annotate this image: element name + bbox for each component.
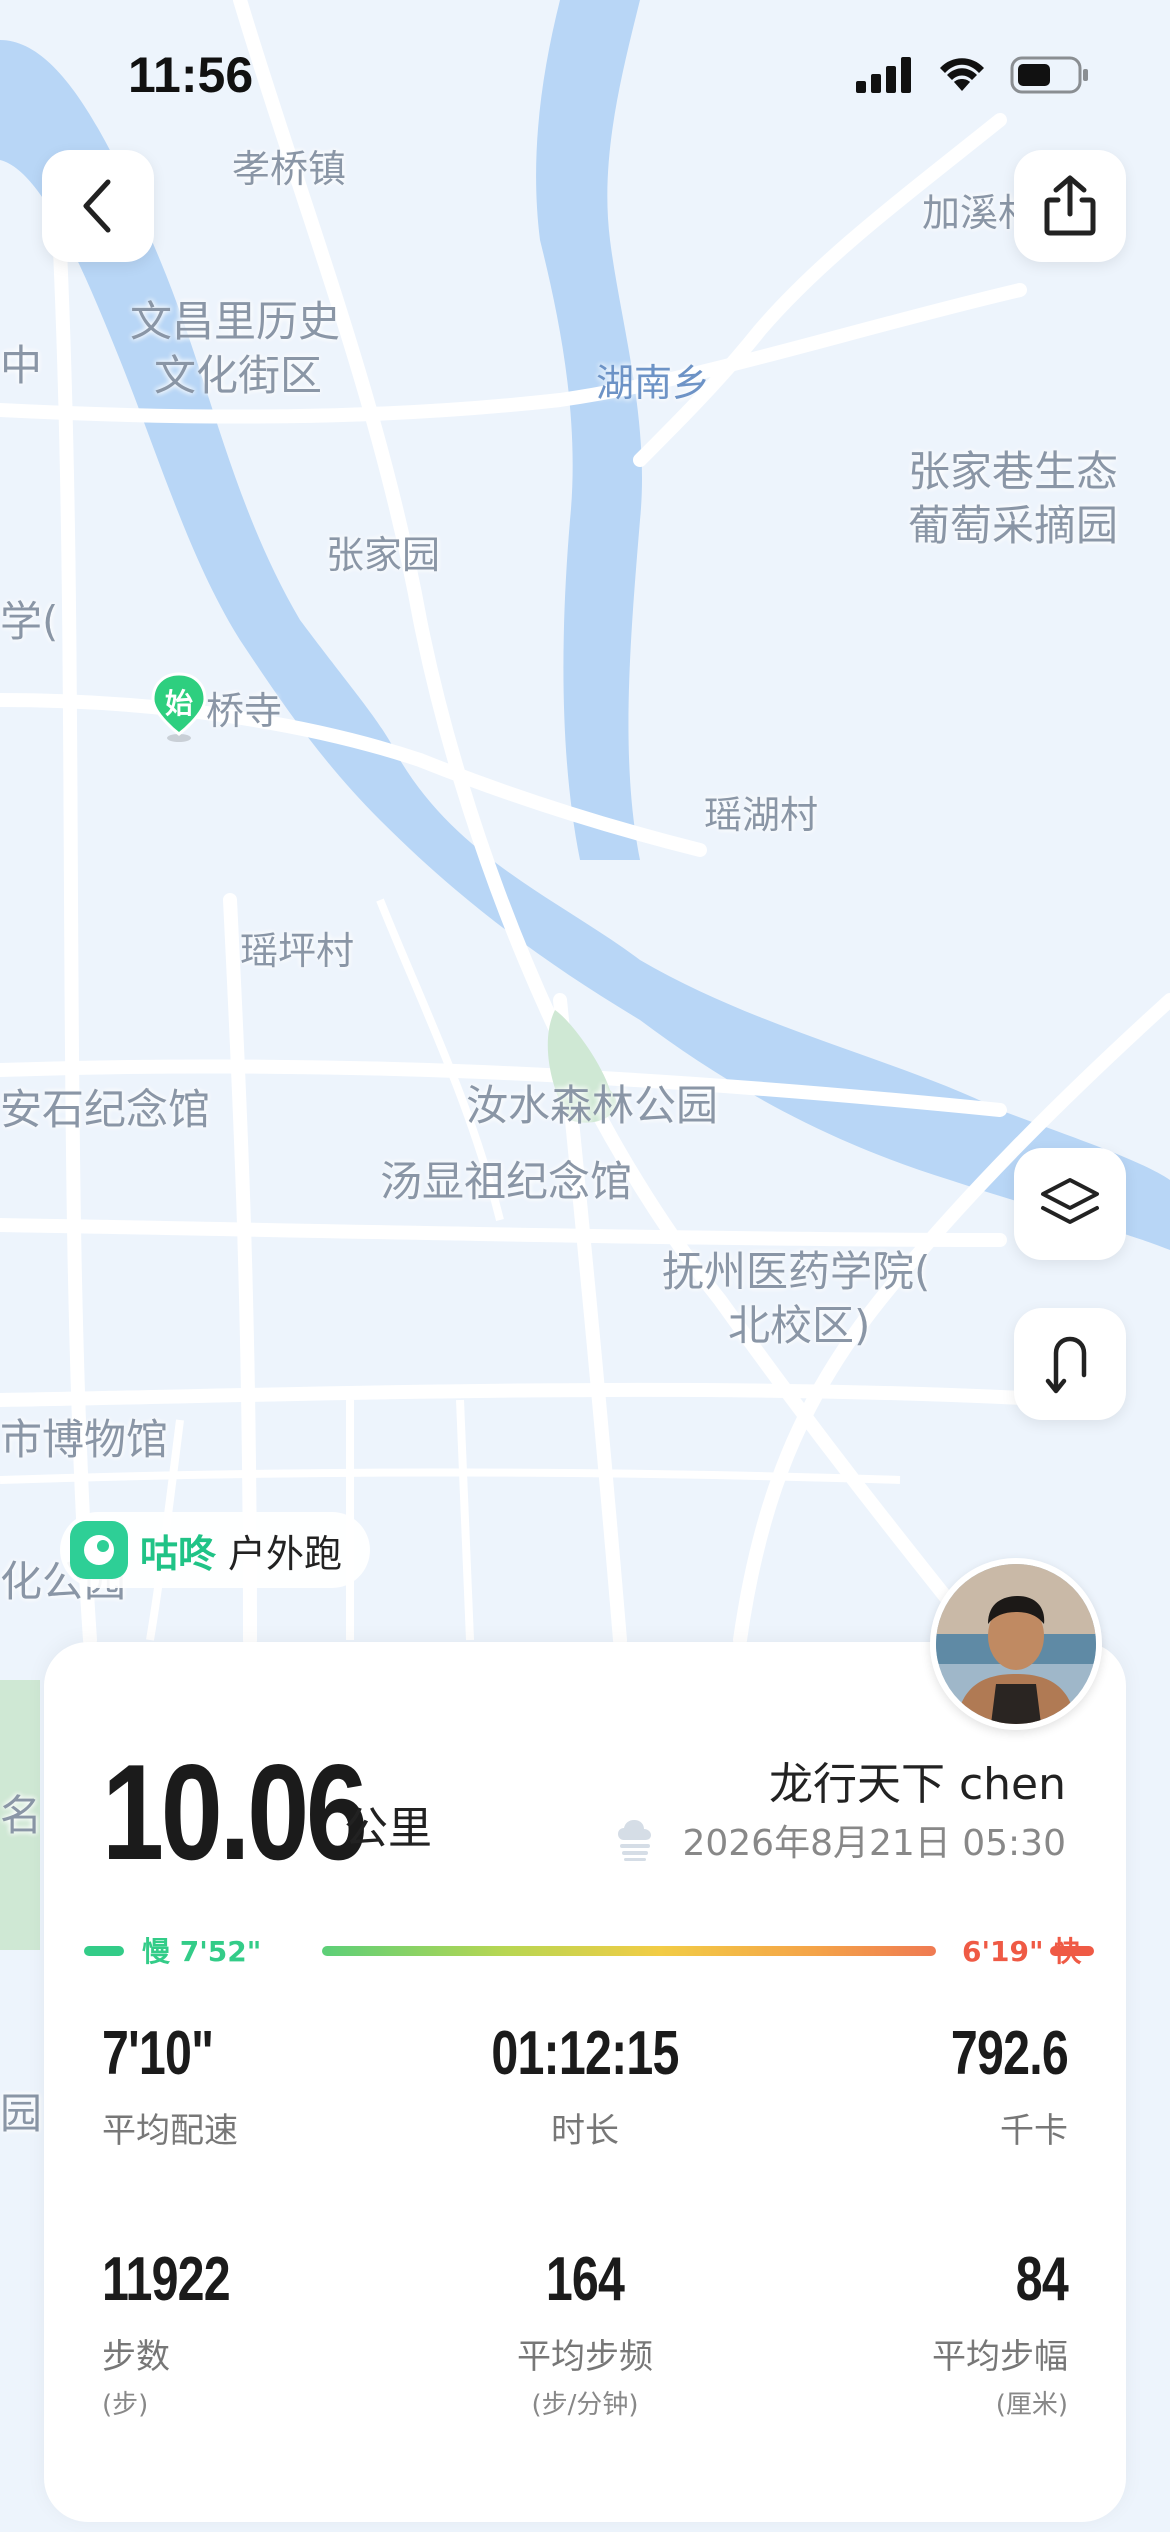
brand-name: 咕咚 xyxy=(140,1531,217,1576)
date-row: 2026年8月21日 05:30 xyxy=(614,1814,1066,1866)
map-label: 孝桥镇 xyxy=(232,147,347,191)
stat-avg-pace: 7'10" 平均配速 xyxy=(102,2018,432,2152)
map-label: 名 xyxy=(0,1791,43,1840)
stat-value: 11922 xyxy=(102,2245,231,2314)
map-label: 抚州医药学院( xyxy=(662,1247,931,1296)
stat-label: 步数 xyxy=(102,2337,170,2377)
map-label: 市博物馆 xyxy=(0,1415,169,1464)
stat-cadence: 164 平均步频 (步/分钟) xyxy=(420,2244,750,2421)
map-label: 汝水森林公园 xyxy=(466,1081,719,1130)
map-label: 安石纪念馆 xyxy=(0,1085,211,1134)
share-button[interactable] xyxy=(1014,150,1126,262)
stat-unit: (步) xyxy=(102,2390,149,2420)
pace-fast-dot xyxy=(1050,1946,1094,1956)
activity-type: 户外跑 xyxy=(228,1531,343,1576)
route-toggle-icon xyxy=(1045,1336,1087,1394)
layers-icon xyxy=(1041,1178,1099,1224)
stat-calories: 792.6 千卡 xyxy=(738,2018,1069,2152)
pace-slow-dot xyxy=(84,1946,124,1956)
stat-unit: (步/分钟) xyxy=(531,2390,639,2420)
stat-value: 164 xyxy=(545,2245,625,2314)
stat-label: 平均步频 xyxy=(517,2337,653,2377)
start-marker-label: 始 xyxy=(164,687,193,720)
workout-date: 2026年8月21日 05:30 xyxy=(682,1823,1066,1864)
map-label: 张家园 xyxy=(326,533,441,577)
share-icon xyxy=(1044,175,1096,236)
distance-unit: 公里 xyxy=(344,1803,432,1854)
map-label: 学( xyxy=(0,597,59,646)
map-label: 瑶湖村 xyxy=(704,793,819,837)
route-toggle-button[interactable] xyxy=(1014,1308,1126,1420)
map-label: 瑶坪村 xyxy=(240,929,355,973)
stat-value: 7'10" xyxy=(102,2019,214,2088)
map-label: 葡萄采摘园 xyxy=(908,501,1119,550)
codoon-logo-icon xyxy=(70,1521,128,1579)
start-marker-icon[interactable]: 始 xyxy=(150,672,208,742)
map-label: 园 xyxy=(0,2089,43,2138)
stat-unit: (厘米) xyxy=(995,2390,1068,2420)
stat-value: 84 xyxy=(1015,2245,1069,2314)
wifi-icon xyxy=(940,58,984,91)
map-label: 文昌里历史 xyxy=(130,297,341,346)
avatar[interactable] xyxy=(930,1558,1102,1730)
back-button[interactable] xyxy=(42,150,154,262)
map-label: 湖南乡 xyxy=(596,361,711,405)
cloud-icon xyxy=(618,1820,652,1861)
stat-label: 时长 xyxy=(551,2111,619,2151)
map-label: 中 xyxy=(0,341,43,390)
stat-label: 千卡 xyxy=(1000,2111,1068,2151)
stat-value: 792.6 xyxy=(950,2019,1069,2088)
map-label: 北校区) xyxy=(728,1301,871,1350)
pace-slow-label: 慢 7'52" xyxy=(142,1935,262,1968)
stat-value: 01:12:15 xyxy=(491,2019,679,2088)
map-label: 桥寺 xyxy=(206,689,283,733)
map-label: 张家巷生态 xyxy=(908,447,1119,496)
distance-value: 10.06 xyxy=(102,1736,368,1888)
stat-label: 平均步幅 xyxy=(932,2337,1068,2377)
stat-label: 平均配速 xyxy=(102,2111,238,2151)
status-icons xyxy=(856,56,1090,94)
pace-gradient xyxy=(322,1946,936,1956)
map-label: 汤显祖纪念馆 xyxy=(380,1157,633,1206)
stat-stride: 84 平均步幅 (厘米) xyxy=(738,2244,1069,2421)
cellular-signal-icon xyxy=(856,57,911,93)
user-name: 龙行天下 chen xyxy=(768,1759,1066,1810)
status-time: 11:56 xyxy=(128,47,254,103)
pace-range-bar: 慢 7'52" 6'19" 快 xyxy=(84,1930,1094,1970)
map-label: 文化街区 xyxy=(154,351,323,400)
map-layers-button[interactable] xyxy=(1014,1148,1126,1260)
workout-summary-card: 10.06 公里 龙行天下 chen 2026年8月21日 05:30 慢 7'… xyxy=(44,1642,1126,2522)
stat-duration: 01:12:15 时长 xyxy=(420,2018,750,2152)
battery-icon xyxy=(1010,56,1088,94)
brand-chip: 咕咚 户外跑 xyxy=(60,1512,371,1588)
stat-steps: 11922 步数 (步) xyxy=(102,2244,432,2421)
chevron-left-icon xyxy=(83,179,111,233)
